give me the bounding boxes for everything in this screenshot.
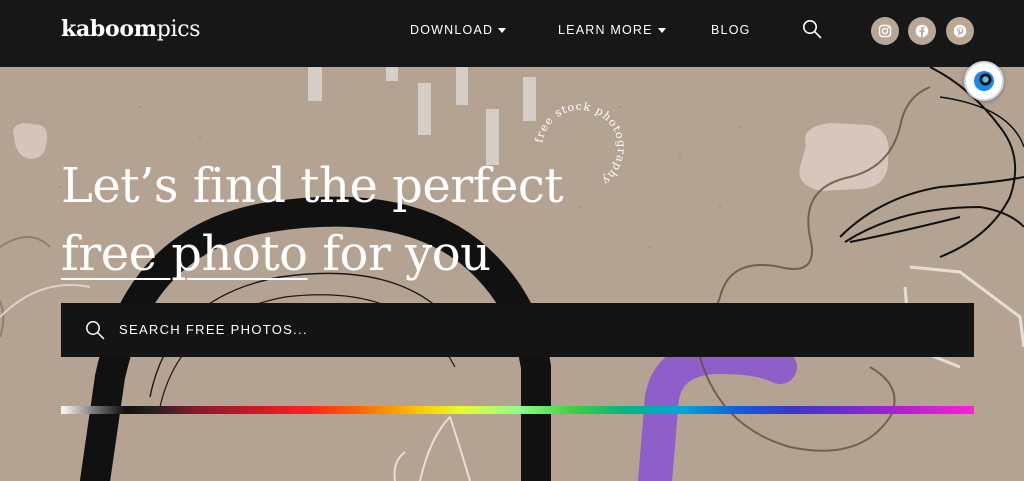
search-icon[interactable] xyxy=(802,19,824,41)
headline-rest: for you xyxy=(307,226,491,282)
search-input[interactable]: SEARCH FREE PHOTOS... xyxy=(61,303,974,357)
search-placeholder: SEARCH FREE PHOTOS... xyxy=(119,322,308,337)
color-spectrum-bar[interactable] xyxy=(61,406,974,414)
logo[interactable]: kaboompics xyxy=(61,16,201,42)
pinterest-icon[interactable] xyxy=(946,17,974,45)
hero-headline: Let’s find the perfect free photo for yo… xyxy=(61,152,621,288)
nav-download-label: DOWNLOAD xyxy=(410,23,494,37)
nav-learn-more-label: LEARN MORE xyxy=(558,23,653,37)
browser-extension-icon[interactable] xyxy=(964,61,1004,101)
nav-download[interactable]: DOWNLOAD xyxy=(410,23,507,37)
headline-line2: free photo for you xyxy=(61,220,621,288)
headline-line1: Let’s find the perfect xyxy=(61,158,564,214)
headline-underlined[interactable]: free photo xyxy=(61,226,308,282)
facebook-icon[interactable] xyxy=(908,17,936,45)
nav-blog[interactable]: BLOG xyxy=(711,23,751,37)
instagram-icon[interactable] xyxy=(871,17,899,45)
nav-blog-label: BLOG xyxy=(711,23,751,37)
nav-learn-more[interactable]: LEARN MORE xyxy=(558,23,666,37)
top-navbar: kaboompics DOWNLOAD LEARN MORE BLOG xyxy=(0,0,1024,67)
chevron-down-icon xyxy=(657,28,666,33)
chevron-down-icon xyxy=(498,28,507,33)
search-icon xyxy=(85,320,105,340)
